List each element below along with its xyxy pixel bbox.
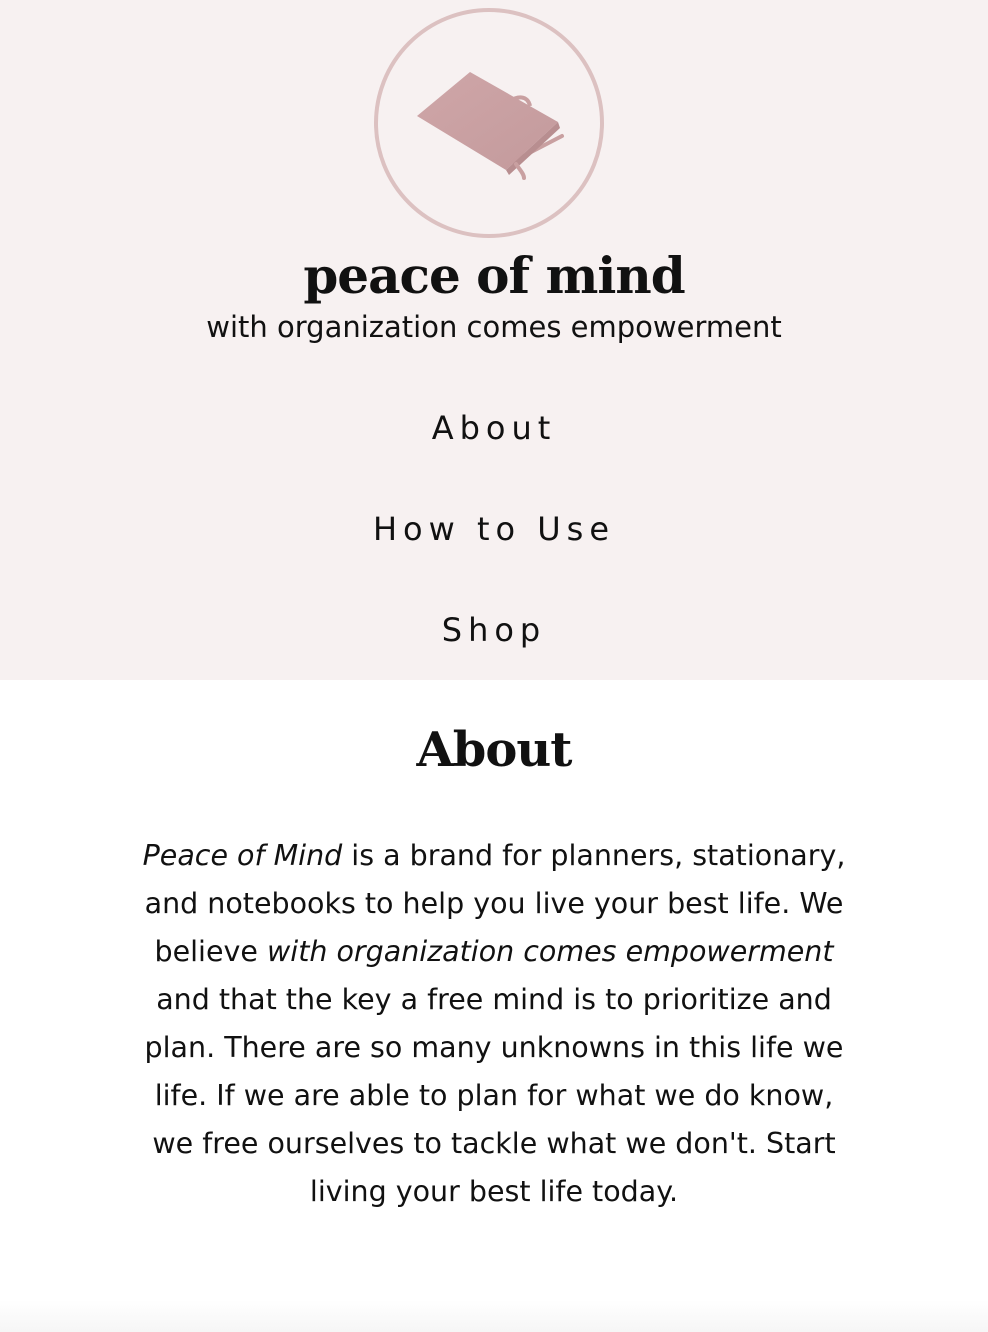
site-header: peace of mind with organization comes em… [0, 0, 988, 680]
brand-tagline: with organization comes empowerment [206, 310, 782, 344]
about-text-part-2: and that the key a free mind is to prior… [144, 983, 844, 1208]
about-paragraph: Peace of Mind is a brand for planners, s… [140, 832, 848, 1216]
brand-name-text: Peace of Mind [142, 839, 343, 872]
logo[interactable] [374, 8, 604, 238]
motto-text: with organization comes empowerment [266, 935, 834, 968]
nav-link-about[interactable]: About [0, 406, 988, 450]
about-heading: About [416, 722, 573, 778]
brand-title: peace of mind [303, 246, 685, 305]
nav-link-how-to-use[interactable]: How to Use [0, 507, 988, 551]
nav-link-shop[interactable]: Shop [0, 608, 988, 652]
bottom-divider [0, 1300, 988, 1332]
notebook-icon [417, 72, 564, 180]
